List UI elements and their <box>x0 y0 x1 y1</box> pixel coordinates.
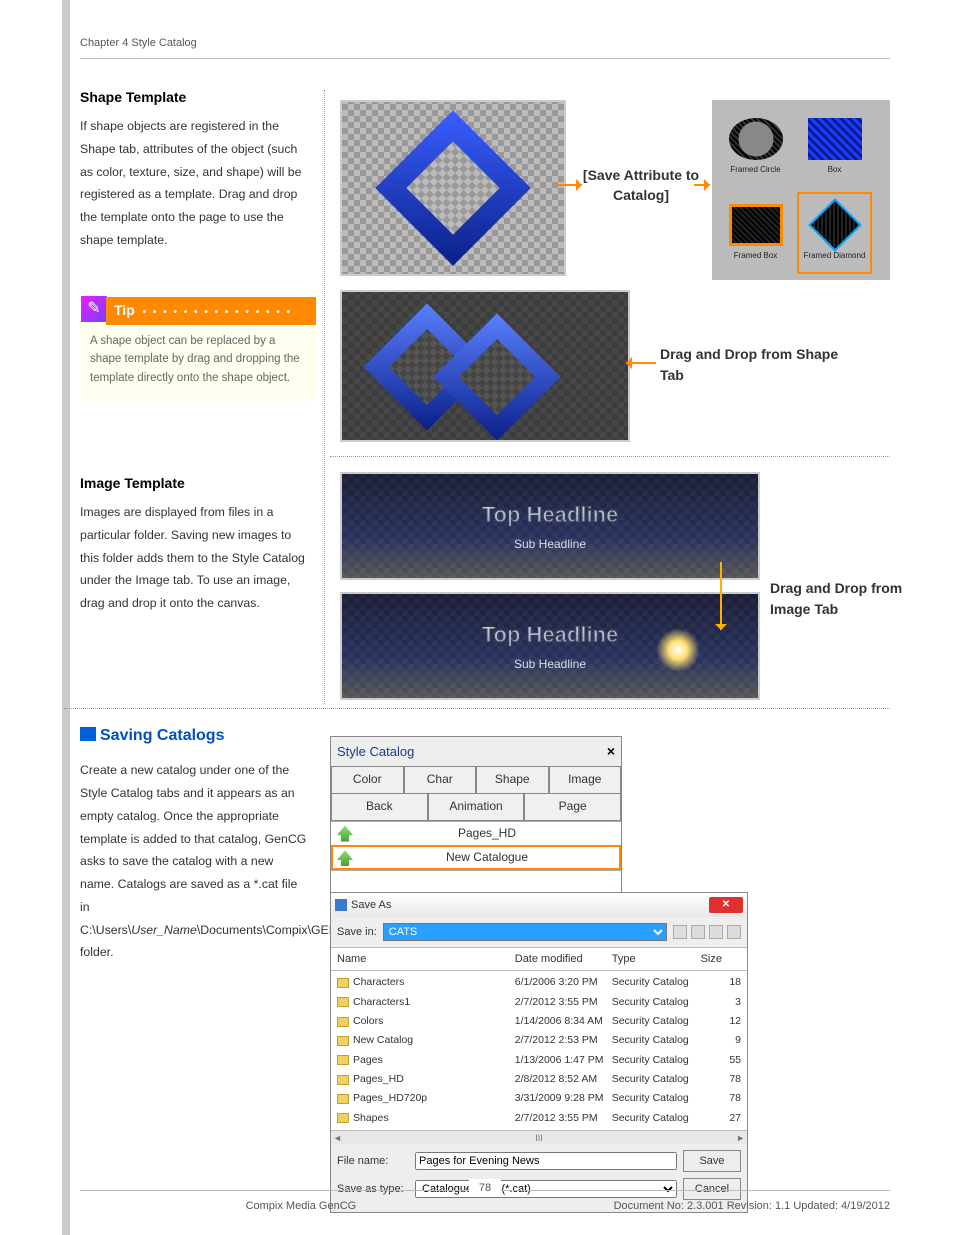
file-list-header[interactable]: Name Date modified Type Size <box>331 947 747 971</box>
shape-palette[interactable]: Framed Circle Box Framed Box Framed Diam… <box>712 100 890 280</box>
tip-body: A shape object can be replaced by a shap… <box>80 322 316 401</box>
saving-catalogs-section: Saving Catalogs Create a new catalog und… <box>80 723 310 964</box>
shape-template-heading: Shape Template <box>80 86 310 109</box>
panel-title: Style Catalog <box>337 741 414 762</box>
divider-horizontal-1 <box>330 456 890 457</box>
framed-box-icon <box>729 204 783 246</box>
subheadline-text: Sub Headline <box>514 655 586 675</box>
image-template-body: Images are displayed from files in a par… <box>80 501 310 615</box>
arrow-icon <box>556 184 582 186</box>
horizontal-scrollbar[interactable]: ◄III► <box>331 1130 747 1144</box>
file-row[interactable]: Characters6/1/2006 3:20 PMSecurity Catal… <box>337 973 741 992</box>
file-name-label: File name: <box>337 1152 409 1170</box>
section-bullet-icon <box>80 727 96 741</box>
headline-text: Top Headline <box>482 617 619 653</box>
file-row[interactable]: New Catalog2/7/2012 2:53 PMSecurity Cata… <box>337 1031 741 1050</box>
file-list[interactable]: Characters6/1/2006 3:20 PMSecurity Catal… <box>331 971 747 1130</box>
save-in-dropdown[interactable]: CATS <box>383 923 667 941</box>
page-footer: 78 Compix Media GenCG Document No: 2.3.0… <box>80 1190 890 1215</box>
divider-horizontal-2 <box>64 708 890 709</box>
style-catalog-panel: Style Catalog × Color Char Shape Image B… <box>330 736 622 905</box>
dialog-titlebar[interactable]: Save As ✕ <box>331 893 747 917</box>
tab-char[interactable]: Char <box>404 767 477 794</box>
catalog-row-new-catalogue[interactable]: New Catalogue <box>331 845 621 870</box>
drag-drop-shape-callout: Drag and Drop from Shape Tab <box>660 344 840 386</box>
shape-template-body: If shape objects are registered in the S… <box>80 115 310 251</box>
file-row[interactable]: Shapes2/7/2012 3:55 PMSecurity Catalog27 <box>337 1109 741 1128</box>
tip-label: Tip • • • • • • • • • • • • • • • <box>106 297 316 324</box>
catalog-row-pages-hd[interactable]: Pages_HD <box>331 821 621 846</box>
up-folder-icon[interactable] <box>691 925 705 939</box>
save-in-label: Save in: <box>337 923 377 941</box>
framed-circle-icon <box>729 118 783 160</box>
close-icon[interactable]: × <box>607 740 615 763</box>
file-row[interactable]: Colors1/14/2006 8:34 AMSecurity Catalog1… <box>337 1012 741 1031</box>
subheadline-text: Sub Headline <box>514 535 586 555</box>
palette-item-framed-box[interactable]: Framed Box <box>718 192 793 274</box>
palette-item-box[interactable]: Box <box>797 106 872 188</box>
file-row[interactable]: Pages_HD2/8/2012 8:52 AMSecurity Catalog… <box>337 1070 741 1089</box>
shape-preview-2 <box>340 290 630 442</box>
back-icon[interactable] <box>673 925 687 939</box>
shape-template-section: Shape Template If shape objects are regi… <box>80 86 310 252</box>
tab-back[interactable]: Back <box>331 794 428 821</box>
glow-icon <box>656 628 700 672</box>
tab-page[interactable]: Page <box>524 794 621 821</box>
save-button[interactable]: Save <box>683 1150 741 1172</box>
image-preview-top: Top Headline Sub Headline <box>340 472 760 580</box>
footer-docinfo: Document No: 2.3.001 Revision: 1.1 Updat… <box>522 1197 890 1215</box>
file-row[interactable]: Pages_HD720p3/31/2009 9:28 PMSecurity Ca… <box>337 1089 741 1108</box>
pencil-icon: ✎ <box>80 295 108 323</box>
file-icon <box>337 978 349 988</box>
folder-up-icon <box>337 850 353 866</box>
file-icon <box>337 1113 349 1123</box>
dialog-icon <box>335 899 347 911</box>
tip-box: ✎ Tip • • • • • • • • • • • • • • • A sh… <box>80 298 316 401</box>
image-preview-bottom: Top Headline Sub Headline <box>340 592 760 700</box>
headline-text: Top Headline <box>482 497 619 533</box>
file-icon <box>337 1094 349 1104</box>
folder-up-icon <box>337 826 353 842</box>
box-icon <box>808 118 862 160</box>
file-row[interactable]: Characters12/7/2012 3:55 PMSecurity Cata… <box>337 993 741 1012</box>
save-as-dialog: Save As ✕ Save in: CATS Name Date modifi… <box>330 892 748 1213</box>
arrow-icon <box>694 184 710 186</box>
close-button[interactable]: ✕ <box>709 897 743 913</box>
drag-drop-image-callout: Drag and Drop from Image Tab <box>770 578 910 620</box>
tab-color[interactable]: Color <box>331 767 404 794</box>
file-name-input[interactable] <box>415 1152 677 1170</box>
divider-vertical <box>324 90 325 704</box>
tab-shape[interactable]: Shape <box>476 767 549 794</box>
palette-item-framed-diamond[interactable]: Framed Diamond <box>797 192 872 274</box>
shape-preview-1 <box>340 100 566 276</box>
panel-titlebar: Style Catalog × <box>331 737 621 766</box>
page-header: Chapter 4 Style Catalog <box>80 34 890 59</box>
dialog-toolbar: Save in: CATS <box>331 917 747 947</box>
page-number: 78 <box>469 1179 501 1197</box>
file-icon <box>337 1017 349 1027</box>
file-icon <box>337 1036 349 1046</box>
file-row[interactable]: Pages1/13/2006 1:47 PMSecurity Catalog55 <box>337 1051 741 1070</box>
diamond-shape-icon <box>375 110 531 266</box>
image-template-section: Image Template Images are displayed from… <box>80 472 310 615</box>
file-icon <box>337 1055 349 1065</box>
image-template-heading: Image Template <box>80 472 310 495</box>
view-menu-icon[interactable] <box>727 925 741 939</box>
palette-item-framed-circle[interactable]: Framed Circle <box>718 106 793 188</box>
arrow-left-icon <box>626 362 656 364</box>
file-icon <box>337 997 349 1007</box>
chapter-label: Chapter 4 Style Catalog <box>80 37 197 49</box>
saving-catalogs-body: Create a new catalog under one of the St… <box>80 759 310 964</box>
new-folder-icon[interactable] <box>709 925 723 939</box>
save-attribute-callout: [Save Attribute to Catalog] <box>576 166 706 205</box>
tab-animation[interactable]: Animation <box>428 794 525 821</box>
tab-image[interactable]: Image <box>549 767 622 794</box>
arrow-down-icon <box>720 562 722 630</box>
tip-dots: • • • • • • • • • • • • • • • <box>143 307 292 318</box>
dialog-title: Save As <box>351 896 391 914</box>
file-icon <box>337 1075 349 1085</box>
saving-catalogs-heading: Saving Catalogs <box>80 723 310 749</box>
framed-diamond-icon <box>808 204 862 246</box>
footer-product: Compix Media GenCG <box>80 1197 522 1215</box>
